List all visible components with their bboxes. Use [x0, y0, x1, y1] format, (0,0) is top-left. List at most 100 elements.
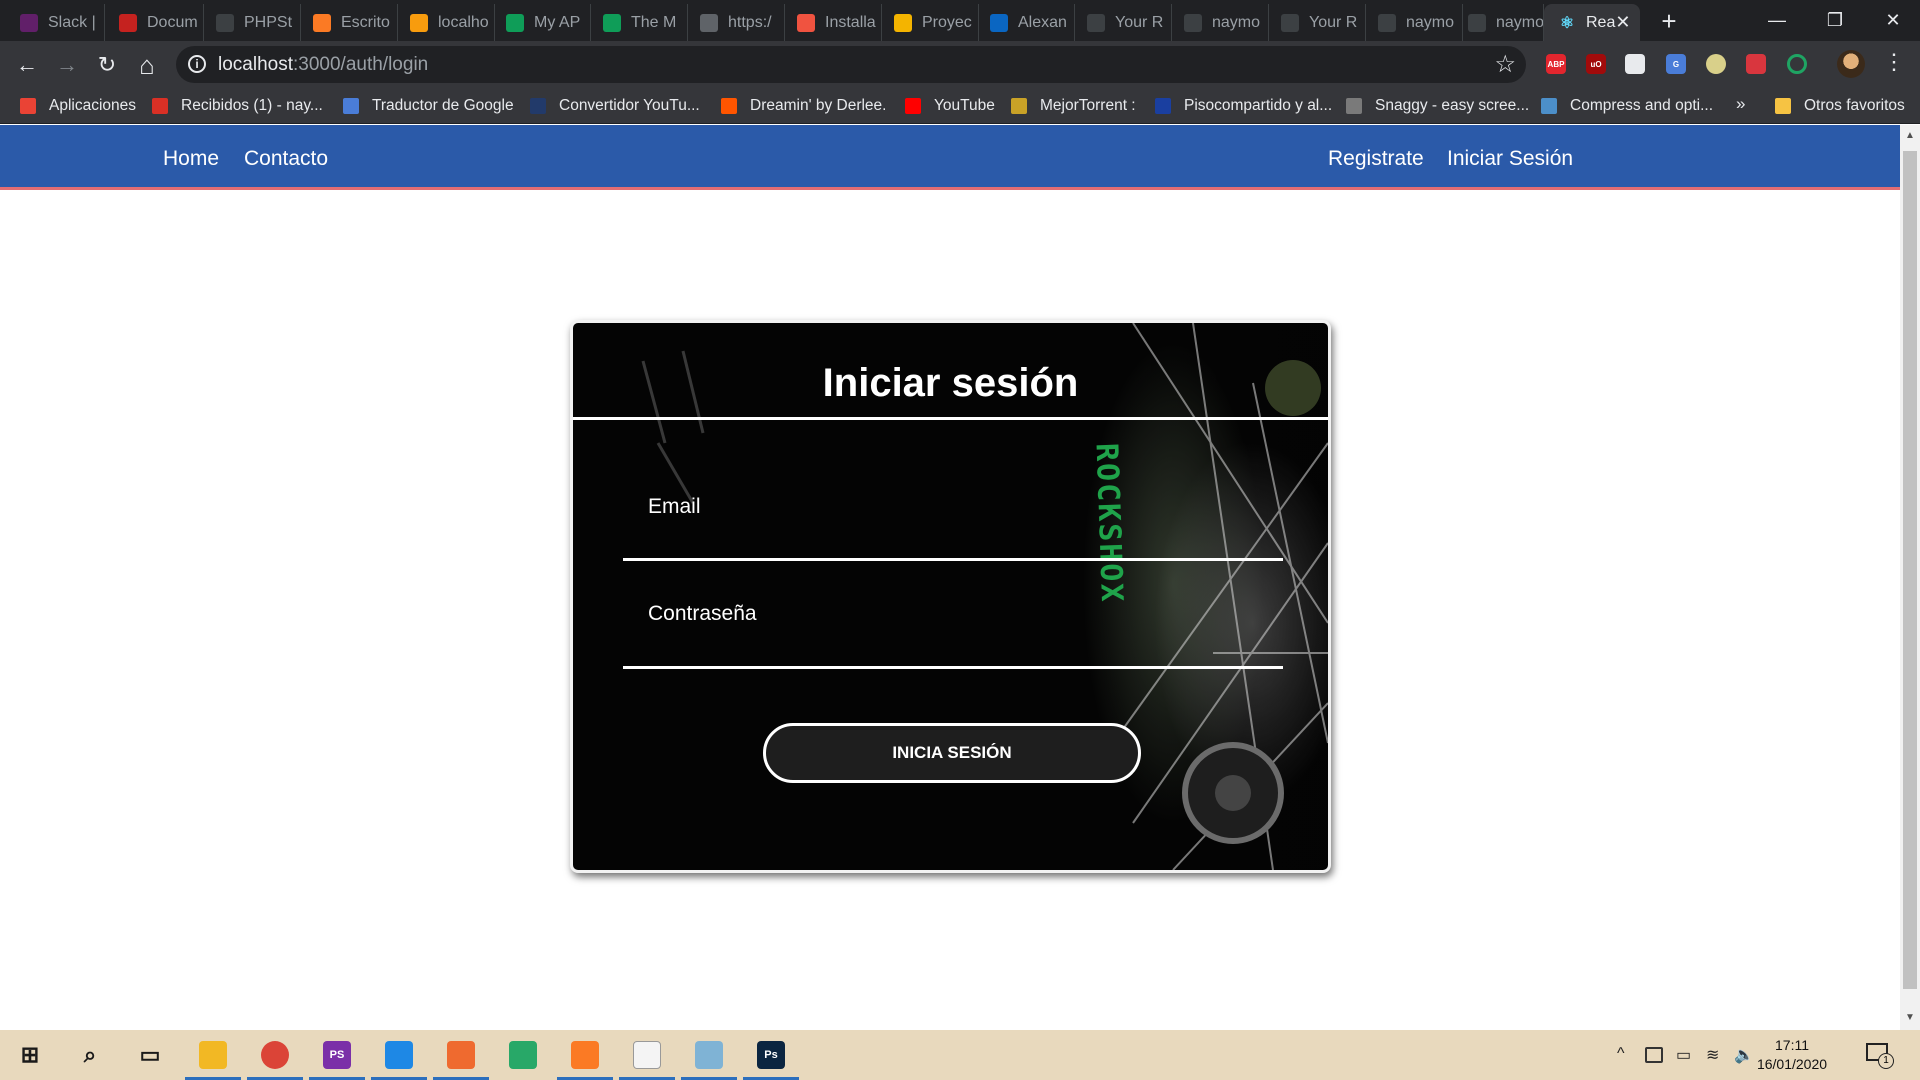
- adblock-plus-icon[interactable]: ABP: [1546, 54, 1566, 74]
- apps-grid-icon: [20, 98, 36, 114]
- password-field[interactable]: [623, 633, 1283, 669]
- tab[interactable]: https:/: [688, 4, 785, 41]
- bookmark-item[interactable]: Pisocompartido y al...: [1155, 96, 1332, 116]
- red-grid-ext-icon[interactable]: [1746, 54, 1766, 74]
- login-submit-button[interactable]: INICIA SESIÓN: [763, 723, 1141, 783]
- bookmark-item[interactable]: Aplicaciones: [20, 96, 136, 116]
- new-tab-button[interactable]: +: [1654, 6, 1684, 36]
- url-text[interactable]: localhost:3000/auth/login: [218, 54, 428, 76]
- bookmark-item[interactable]: MejorTorrent :: [1011, 96, 1136, 116]
- tab[interactable]: Slack |: [8, 4, 105, 41]
- photoshop-button[interactable]: Ps: [741, 1030, 801, 1080]
- search-button[interactable]: ⌕: [60, 1030, 120, 1080]
- file-explorer-button[interactable]: [183, 1030, 243, 1080]
- taskbar-clock[interactable]: 17:11 16/01/2020: [1752, 1036, 1832, 1074]
- tab-title: Slack |: [48, 13, 96, 31]
- dev-tool-button[interactable]: [617, 1030, 677, 1080]
- bookmark-item[interactable]: YouTube: [905, 96, 995, 116]
- profile-avatar[interactable]: [1837, 50, 1865, 78]
- home-button[interactable]: ⌂: [132, 50, 162, 80]
- bookmark-star-icon[interactable]: ☆: [1494, 50, 1516, 79]
- gitkraken-button[interactable]: [493, 1030, 553, 1080]
- network-sync-icon[interactable]: [1645, 1047, 1663, 1063]
- window-close-button[interactable]: ✕: [1864, 0, 1920, 41]
- tab[interactable]: My AP: [494, 4, 591, 41]
- reload-button[interactable]: ↻: [92, 50, 122, 80]
- bookmark-other-favorites[interactable]: Otros favoritos: [1775, 96, 1905, 116]
- xampp-button[interactable]: [555, 1030, 615, 1080]
- notes-button[interactable]: [679, 1030, 739, 1080]
- password-label: Contraseña: [648, 602, 757, 625]
- document-ext-icon[interactable]: [1625, 54, 1645, 74]
- tab-title: The M: [631, 13, 677, 31]
- laravel-icon: [797, 13, 815, 32]
- email-field[interactable]: [623, 525, 1283, 561]
- bookmarks-overflow-button[interactable]: »: [1736, 94, 1745, 114]
- tab-close-icon[interactable]: ✕: [1615, 12, 1630, 33]
- google-translate-icon[interactable]: G: [1666, 54, 1686, 74]
- tab[interactable]: Proyec: [882, 4, 979, 41]
- scroll-up-arrow-icon[interactable]: ▲: [1904, 130, 1916, 141]
- minimize-button[interactable]: —: [1748, 0, 1806, 41]
- bookmark-item[interactable]: Snaggy - easy scree...: [1346, 96, 1529, 116]
- site-info-icon[interactable]: i: [188, 55, 206, 73]
- slack-icon: [20, 13, 38, 32]
- tab[interactable]: naymo: [1172, 4, 1269, 41]
- tab-active[interactable]: ⚛ Rea ✕: [1544, 4, 1640, 41]
- tab[interactable]: naymo: [1366, 4, 1463, 41]
- tab[interactable]: Installa: [785, 4, 882, 41]
- bookmark-item[interactable]: Recibidos (1) - nay...: [152, 96, 323, 116]
- battery-icon[interactable]: ▭: [1676, 1045, 1691, 1065]
- task-view-button[interactable]: ▭: [120, 1030, 180, 1080]
- tab[interactable]: Docum: [107, 4, 204, 41]
- start-button[interactable]: ⊞: [0, 1030, 60, 1080]
- tab[interactable]: Your R: [1075, 4, 1172, 41]
- notifications-button[interactable]: 1: [1866, 1041, 1894, 1069]
- restore-button[interactable]: ❐: [1806, 0, 1864, 41]
- scroll-down-arrow-icon[interactable]: ▼: [1904, 1012, 1916, 1023]
- bookmark-item[interactable]: Dreamin' by Derlee.: [721, 96, 886, 116]
- tab[interactable]: PHPSt: [204, 4, 301, 41]
- bookmark-item[interactable]: Traductor de Google: [343, 96, 514, 116]
- url-host: localhost: [218, 54, 293, 75]
- phpstorm-button[interactable]: PS: [307, 1030, 367, 1080]
- bookmark-label: Convertidor YouTu...: [559, 97, 700, 114]
- nav-home-link[interactable]: Home: [163, 147, 219, 171]
- bookmark-item[interactable]: Convertidor YouTu...: [530, 96, 700, 116]
- login-title: Iniciar sesión: [822, 361, 1079, 405]
- phpstorm-icon: PS: [323, 1041, 351, 1069]
- nav-login-link[interactable]: Iniciar Sesión: [1447, 147, 1573, 171]
- scroll-thumb[interactable]: [1903, 151, 1917, 989]
- task-view-icon: ▭: [139, 1042, 161, 1067]
- login-card: ROCKSHOX Iniciar sesión Email Contraseña…: [570, 320, 1331, 873]
- volume-icon[interactable]: 🔈: [1734, 1045, 1754, 1065]
- tab[interactable]: naymo: [1456, 4, 1544, 41]
- tab[interactable]: The M: [591, 4, 688, 41]
- github-icon: [1087, 13, 1105, 32]
- github-icon: [1184, 13, 1202, 32]
- compress-icon: [1541, 98, 1557, 114]
- postman-button[interactable]: [431, 1030, 491, 1080]
- bulb-ext-icon[interactable]: [1706, 54, 1726, 74]
- tab[interactable]: localho: [398, 4, 495, 41]
- tab[interactable]: Escrito: [301, 4, 398, 41]
- page-scrollbar[interactable]: ▲ ▼: [1900, 125, 1920, 1030]
- browser-menu-icon[interactable]: ⋮: [1883, 49, 1905, 75]
- nav-contact-link[interactable]: Contacto: [244, 147, 328, 171]
- bookmark-label: Compress and opti...: [1570, 97, 1714, 114]
- ublock-icon[interactable]: uO: [1586, 54, 1606, 74]
- back-button[interactable]: ←: [12, 50, 42, 80]
- green-ring-ext-icon[interactable]: [1787, 54, 1807, 74]
- postman-icon: [447, 1041, 475, 1069]
- tab[interactable]: Alexan: [978, 4, 1075, 41]
- github-icon: [216, 13, 234, 32]
- wifi-icon[interactable]: ≋: [1706, 1045, 1719, 1065]
- tray-overflow-icon[interactable]: ^: [1617, 1045, 1625, 1063]
- vscode-button[interactable]: [369, 1030, 429, 1080]
- bookmark-item[interactable]: Compress and opti...: [1541, 96, 1713, 116]
- tab[interactable]: Your R: [1269, 4, 1366, 41]
- address-bar[interactable]: i localhost:3000/auth/login ☆: [176, 46, 1526, 83]
- chrome-button[interactable]: [245, 1030, 305, 1080]
- nav-register-link[interactable]: Registrate: [1328, 147, 1424, 171]
- forward-button[interactable]: →: [52, 50, 82, 80]
